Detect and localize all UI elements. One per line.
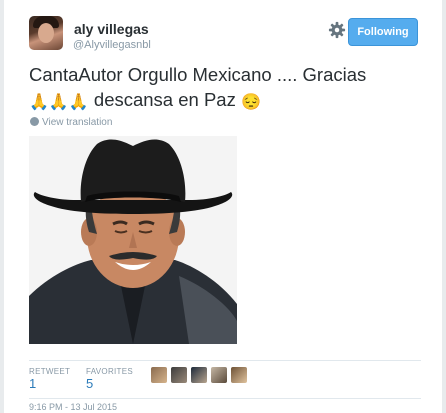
- view-translation-label: View translation: [42, 117, 113, 128]
- praying-hands-emoji: 🙏: [48, 94, 69, 111]
- relieved-face-emoji: 😔: [240, 94, 261, 111]
- globe-icon: [30, 117, 39, 126]
- favoriter-avatar[interactable]: [211, 367, 227, 383]
- user-avatar[interactable]: [29, 16, 63, 50]
- tweet-text-line2: descansa en Paz: [88, 89, 241, 110]
- favorites-count[interactable]: 5: [86, 376, 93, 391]
- stats-bottom-divider: [29, 398, 421, 399]
- praying-hands-emoji: 🙏: [29, 94, 49, 111]
- stats-top-divider: [29, 360, 421, 361]
- tweet-header: aly villegas @Alyvillegasnbl Following: [29, 16, 421, 56]
- right-window-edge: [442, 0, 446, 413]
- tweet-photo[interactable]: [29, 136, 237, 344]
- tweet-timestamp[interactable]: 9:16 PM - 13 Jul 2015: [29, 402, 117, 412]
- favoriter-avatar[interactable]: [231, 367, 247, 383]
- retweet-count[interactable]: 1: [29, 376, 36, 391]
- photo-man-in-cowboy-hat: [29, 136, 237, 344]
- tweet-stats: RETWEET 1 FAVORITES 5: [29, 363, 421, 398]
- avatar-face: [38, 23, 54, 43]
- favoriter-avatar[interactable]: [191, 367, 207, 383]
- tweet-text: CantaAutor Orgullo Mexicano .... Gracias…: [29, 62, 421, 112]
- screen-name[interactable]: @Alyvillegasnbl: [73, 39, 151, 51]
- tweet-text-line1: CantaAutor Orgullo Mexicano .... Gracias: [29, 64, 367, 85]
- view-translation-link[interactable]: View translation: [30, 117, 112, 128]
- praying-hands-emoji: 🙏: [68, 94, 89, 111]
- favoriter-avatar[interactable]: [151, 367, 167, 383]
- following-button[interactable]: Following: [348, 18, 418, 46]
- gear-icon[interactable]: [328, 21, 346, 39]
- left-window-edge: [0, 0, 4, 413]
- retweet-label: RETWEET: [29, 367, 71, 376]
- display-name[interactable]: aly villegas: [74, 21, 149, 37]
- favoriter-avatar[interactable]: [171, 367, 187, 383]
- favorites-label: FAVORITES: [86, 367, 134, 376]
